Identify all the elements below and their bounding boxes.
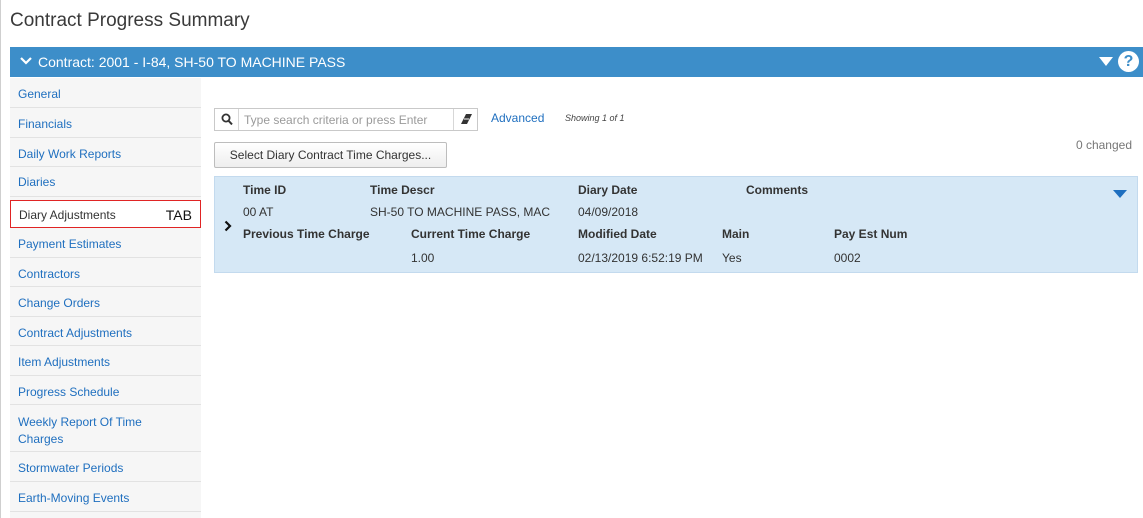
changed-count: 0 changed — [1075, 138, 1132, 152]
sidebar-item-diaries[interactable]: Diaries — [10, 167, 201, 197]
diary-date-value: 04/09/2018 — [578, 205, 639, 219]
sidebar-item-label: Stormwater Periods — [18, 461, 124, 475]
sidebar-item-label: Financials — [18, 117, 73, 131]
main-label: Main — [722, 227, 750, 241]
main-value: Yes — [722, 251, 742, 265]
advanced-search-link[interactable]: Advanced — [491, 111, 544, 125]
sidebar-item-item-adjustments[interactable]: Item Adjustments — [10, 346, 201, 376]
sidebar-item-general[interactable]: General — [10, 78, 201, 108]
sidebar-item-progress-schedule[interactable]: Progress Schedule — [10, 376, 201, 405]
sidebar-item-weekly-report-of-time-charges[interactable]: Weekly Report Of Time Charges — [10, 405, 201, 452]
comments-label: Comments — [746, 183, 809, 197]
sidebar-item-label: Diaries — [18, 175, 56, 189]
time-id-label: Time ID — [243, 183, 287, 197]
eraser-icon — [461, 114, 472, 124]
chevron-down-icon[interactable] — [19, 54, 33, 68]
sidebar-item-earth-moving-events[interactable]: Earth-Moving Events — [10, 482, 201, 512]
sidebar-item-change-orders[interactable]: Change Orders — [10, 287, 201, 317]
modified-date-label: Modified Date — [578, 227, 657, 241]
pay-est-num-label: Pay Est Num — [834, 227, 908, 241]
tab-marker-label: TAB — [165, 207, 192, 223]
modified-date-value: 02/13/2019 6:52:19 PM — [578, 251, 703, 265]
sidebar-item-label: Weekly Report Of Time Charges — [18, 415, 142, 446]
sidebar-item-contractors[interactable]: Contractors — [10, 258, 201, 287]
sidebar-item-label: General — [18, 87, 61, 101]
contract-title: Contract: 2001 - I-84, SH-50 TO MACHINE … — [38, 54, 346, 70]
help-icon[interactable]: ? — [1118, 51, 1139, 72]
search-box — [214, 108, 478, 131]
search-icon[interactable] — [221, 113, 233, 126]
sidebar-item-daily-work-reports[interactable]: Daily Work Reports — [10, 138, 201, 167]
clear-search-button[interactable] — [453, 109, 478, 130]
select-diary-contract-time-charges-button[interactable]: Select Diary Contract Time Charges... — [214, 142, 447, 168]
sidebar-nav: General Financials Daily Work Reports Di… — [10, 78, 201, 518]
current-time-charge-label: Current Time Charge — [411, 227, 531, 241]
caret-down-icon[interactable] — [1099, 57, 1113, 67]
sidebar-item-label: Daily Work Reports — [18, 147, 122, 161]
current-time-charge-value: 1.00 — [411, 251, 435, 265]
showing-count: Showing 1 of 1 — [565, 113, 625, 123]
previous-time-charge-label: Previous Time Charge — [243, 227, 370, 241]
page-title: Contract Progress Summary — [10, 10, 250, 31]
sidebar-item-stormwater-periods[interactable]: Stormwater Periods — [10, 452, 201, 482]
sidebar-item-label: Progress Schedule — [18, 385, 120, 399]
sidebar-item-payment-estimates[interactable]: Payment Estimates — [10, 228, 201, 258]
sidebar-item-financials[interactable]: Financials — [10, 108, 201, 138]
sidebar-item-diary-adjustments[interactable]: Diary Adjustments TAB — [10, 200, 201, 228]
caret-down-icon[interactable] — [1113, 190, 1127, 199]
sidebar-item-label: Earth-Moving Events — [18, 491, 130, 505]
record-row[interactable]: Time ID 00 AT Time Descr SH-50 TO MACHIN… — [214, 176, 1138, 273]
sidebar-item-label: Contractors — [18, 267, 81, 281]
time-descr-value: SH-50 TO MACHINE PASS, MAC — [370, 205, 551, 219]
time-id-value: 00 AT — [243, 205, 274, 219]
sidebar-item-label: Contract Adjustments — [18, 326, 133, 340]
diary-date-label: Diary Date — [578, 183, 638, 197]
sidebar-item-label: Item Adjustments — [18, 355, 111, 369]
search-input[interactable] — [244, 111, 449, 128]
chevron-right-icon[interactable] — [224, 220, 232, 232]
sidebar-item-contract-adjustments[interactable]: Contract Adjustments — [10, 317, 201, 346]
contract-header-bar[interactable]: Contract: 2001 - I-84, SH-50 TO MACHINE … — [10, 47, 1143, 77]
left-border-line — [0, 0, 1, 518]
search-divider — [238, 109, 239, 130]
sidebar-item-label: Payment Estimates — [18, 237, 122, 251]
sidebar-item-label: Change Orders — [18, 296, 101, 310]
pay-est-num-value: 0002 — [834, 251, 861, 265]
time-descr-label: Time Descr — [370, 183, 435, 197]
